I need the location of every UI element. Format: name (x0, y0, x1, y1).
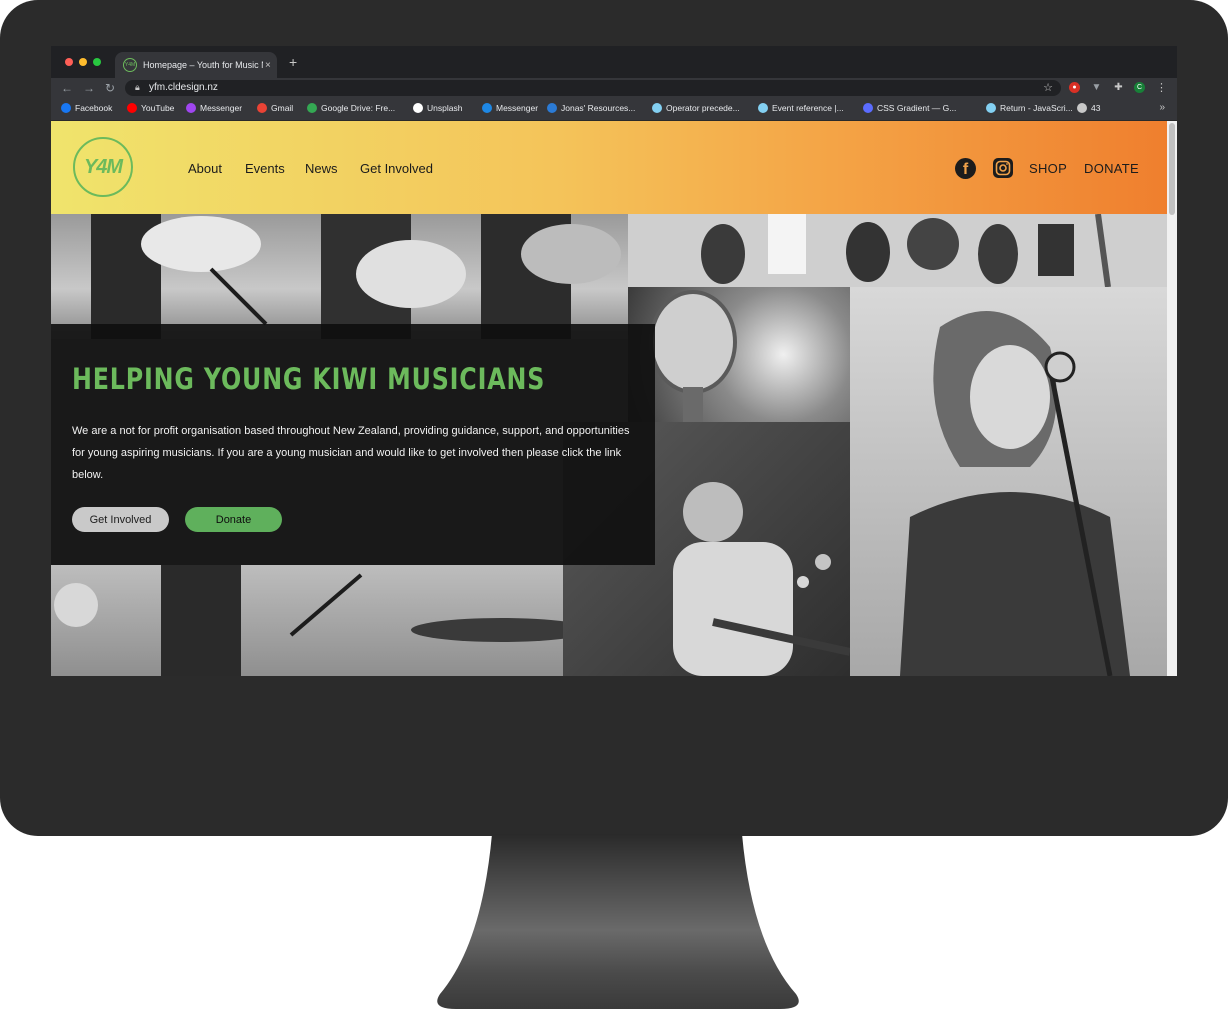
extensions-puzzle-icon[interactable]: ✚ (1113, 82, 1124, 93)
close-window-button[interactable] (65, 58, 73, 66)
bookmark-label: CSS Gradient — G... (877, 103, 957, 113)
hero-description: We are a not for profit organisation bas… (72, 425, 630, 481)
heart-icon (547, 103, 557, 113)
bookmark-item[interactable]: Messenger (482, 103, 538, 113)
bookmark-label: 43 (1091, 103, 1101, 113)
band-guitars-photo (51, 214, 628, 339)
window-controls (65, 58, 101, 66)
bookmark-item[interactable]: Gmail (257, 103, 293, 113)
bookmark-item[interactable]: Unsplash (413, 103, 462, 113)
bookmark-item[interactable]: Facebook (61, 103, 112, 113)
instagram-icon[interactable] (993, 158, 1013, 178)
browser-tab-bar: Y4M Homepage – Youth for Music N × + (51, 46, 1177, 78)
y4m-logo[interactable]: Y4M (73, 137, 133, 197)
messenger-icon (482, 103, 492, 113)
unsplash-icon (413, 103, 423, 113)
nav-about[interactable]: About (188, 161, 222, 176)
bookmark-label: Return - JavaScri... (1000, 103, 1073, 113)
bookmark-label: Gmail (271, 103, 294, 113)
back-button[interactable]: ← (61, 81, 73, 95)
tab-close-icon[interactable]: × (265, 60, 271, 71)
bookmark-label: YouTube (141, 103, 175, 113)
nav-get-involved[interactable]: Get Involved (360, 161, 433, 176)
bookmark-item[interactable]: YouTube (127, 103, 174, 113)
hero-section: HELPING YOUNG KIWI MUSICIANS We are a no… (51, 214, 1167, 676)
new-tab-button[interactable]: + (289, 54, 297, 70)
address-bar[interactable]: 🔒︎ yfm.cldesign.nz ☆ (125, 80, 1061, 96)
youtube-icon (127, 103, 137, 113)
bookmark-item[interactable]: Event reference |... (758, 103, 844, 113)
gradient-icon (863, 103, 873, 113)
messenger-icon (186, 103, 196, 113)
site-header: Y4M About Events News Get Involved f SHO… (51, 121, 1167, 214)
bookmark-item[interactable]: CSS Gradient — G... (863, 103, 956, 113)
bookmark-star-icon[interactable]: ☆ (1043, 81, 1053, 94)
facebook-icon[interactable]: f (955, 158, 976, 179)
tab-title: Homepage – Youth for Music N (143, 60, 263, 70)
bookmark-label: Unsplash (427, 103, 463, 113)
browser-menu-icon[interactable]: ⋮ (1156, 82, 1167, 94)
mdn-icon (758, 103, 768, 113)
url-text: yfm.cldesign.nz (149, 82, 218, 93)
bookmark-item[interactable]: Messenger (186, 103, 242, 113)
zoom-window-button[interactable] (93, 58, 101, 66)
web-page: HELPING YOUNG KIWI MUSICIANS We are a no… (51, 121, 1167, 676)
bookmark-item[interactable]: Operator precede... (652, 103, 740, 113)
page-scrollbar[interactable] (1167, 121, 1177, 676)
instruments-raised-photo (628, 214, 1167, 287)
drummer-photo (51, 565, 563, 676)
lock-icon: 🔒︎ (135, 82, 140, 92)
nav-events[interactable]: Events (245, 161, 285, 176)
profile-avatar[interactable]: C (1134, 82, 1145, 93)
bookmark-item[interactable]: Google Drive: Fre... (307, 103, 395, 113)
bookmark-item[interactable]: Jonas' Resources... (547, 103, 635, 113)
bookmark-label: Messenger (496, 103, 539, 113)
donate-link[interactable]: DONATE (1084, 161, 1139, 176)
gmail-icon (257, 103, 267, 113)
extension-red-icon[interactable]: ● (1069, 82, 1080, 93)
browser-tab[interactable]: Y4M Homepage – Youth for Music N × (115, 52, 277, 78)
bookmark-label: Operator precede... (666, 103, 740, 113)
mdn-icon (986, 103, 996, 113)
bookmark-item[interactable]: 43 (1077, 103, 1100, 113)
singer-photo (850, 287, 1167, 676)
extension-vue-icon[interactable]: ▼ (1091, 82, 1102, 93)
bookmark-item[interactable]: Return - JavaScri... (986, 103, 1073, 113)
nav-news[interactable]: News (305, 161, 338, 176)
drive-icon (307, 103, 317, 113)
bookmark-label: Google Drive: Fre... (321, 103, 396, 113)
logo-text: Y4M (83, 155, 123, 178)
bookmark-label: Facebook (75, 103, 113, 113)
hero-overlay: HELPING YOUNG KIWI MUSICIANS We are a no… (51, 324, 655, 565)
bookmark-label: Messenger (200, 103, 243, 113)
bookmarks-overflow-icon[interactable]: » (1159, 102, 1165, 113)
facebook-icon (61, 103, 71, 113)
minimize-window-button[interactable] (79, 58, 87, 66)
reload-button[interactable]: ↻ (105, 81, 115, 95)
scrollbar-thumb[interactable] (1169, 123, 1175, 215)
shop-link[interactable]: SHOP (1029, 161, 1067, 176)
donate-button[interactable]: Donate (185, 507, 282, 532)
forward-button[interactable]: → (83, 81, 95, 95)
tab-favicon-icon: Y4M (123, 58, 137, 72)
bookmark-label: Event reference |... (772, 103, 844, 113)
hero-title: HELPING YOUNG KIWI MUSICIANS (72, 362, 546, 396)
monitor-stand (437, 834, 799, 1009)
bookmark-label: Jonas' Resources... (561, 103, 636, 113)
get-involved-button[interactable]: Get Involved (72, 507, 169, 532)
browser-toolbar: ← → ↻ 🔒︎ yfm.cldesign.nz ☆ ● ▼ ✚ C ⋮ (51, 78, 1177, 98)
bookmarks-bar: » Facebook YouTube Messenger Gmail Google Dr… (51, 98, 1177, 121)
microphone-photo (628, 287, 850, 422)
cube-icon (1077, 103, 1087, 113)
screen: Y4M Homepage – Youth for Music N × + ← →… (51, 46, 1177, 676)
mdn-icon (652, 103, 662, 113)
